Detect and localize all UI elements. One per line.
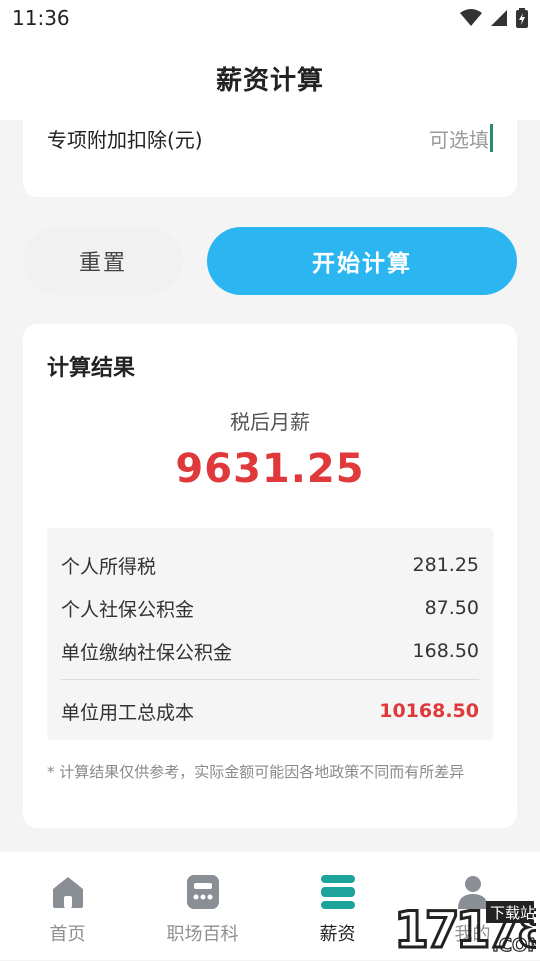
net-salary-value: 9631.25 (175, 446, 365, 492)
detail-label: 个人所得税 (61, 555, 157, 578)
tab-label: 职场百科 (166, 924, 239, 945)
result-card: 计算结果 税后月薪 9631.25 个人所得税 281.25 个人社保公积金 8… (23, 324, 517, 828)
disclaimer-note: * 计算结果仅供参考，实际金额可能因各地政策不同而有所差异 (47, 763, 465, 781)
special-deduction-row: 专项附加扣除(元) 可选填 (47, 120, 493, 156)
svg-text:.COM: .COM (492, 935, 536, 956)
home-icon (50, 872, 86, 912)
detail-value: 281.25 (412, 554, 479, 576)
battery-icon (516, 8, 528, 28)
result-title: 计算结果 (47, 356, 136, 381)
detail-row: 个人所得税 281.25 (61, 550, 479, 580)
detail-label: 个人社保公积金 (61, 598, 195, 621)
tab-label: 首页 (49, 924, 86, 945)
net-salary-label: 税后月薪 (230, 410, 310, 434)
total-cost-label: 单位用工总成本 (61, 701, 195, 724)
calculate-button[interactable]: 开始计算 (207, 227, 517, 295)
tab-label: 薪资 (319, 924, 356, 945)
svg-text:下载站: 下载站 (490, 904, 535, 922)
watermark-logo: 17178 下载站 .COM (393, 895, 540, 961)
signal-icon (491, 10, 507, 26)
special-deduction-label: 专项附加扣除(元) (47, 127, 203, 152)
tab-home[interactable]: 首页 (0, 852, 135, 960)
page-title: 薪资计算 (215, 65, 324, 96)
text-caret (490, 124, 493, 152)
app-bar: 薪资计算 (0, 36, 540, 120)
wifi-icon (460, 9, 482, 26)
detail-box: 个人所得税 281.25 个人社保公积金 87.50 单位缴纳社保公积金 168… (47, 528, 493, 740)
detail-value: 168.50 (412, 640, 479, 662)
tab-encyclopedia[interactable]: 职场百科 (135, 852, 270, 960)
salary-icon (319, 872, 357, 912)
total-cost-row: 单位用工总成本 10168.50 (61, 696, 479, 726)
input-card: 专项附加扣除(元) 可选填 (23, 120, 517, 197)
status-bar: 11:36 (0, 0, 540, 36)
divider (61, 679, 479, 680)
status-time: 11:36 (12, 6, 70, 30)
total-cost-value: 10168.50 (379, 700, 479, 722)
status-icons (460, 8, 528, 28)
detail-row: 单位缴纳社保公积金 168.50 (61, 636, 479, 666)
special-deduction-input[interactable]: 可选填 (429, 124, 493, 153)
encyclopedia-icon (186, 872, 220, 912)
tab-salary[interactable]: 薪资 (270, 852, 405, 960)
detail-row: 个人社保公积金 87.50 (61, 593, 479, 623)
detail-value: 87.50 (424, 597, 479, 619)
detail-label: 单位缴纳社保公积金 (61, 641, 233, 664)
special-deduction-placeholder: 可选填 (429, 127, 489, 152)
reset-button[interactable]: 重置 (23, 227, 183, 295)
